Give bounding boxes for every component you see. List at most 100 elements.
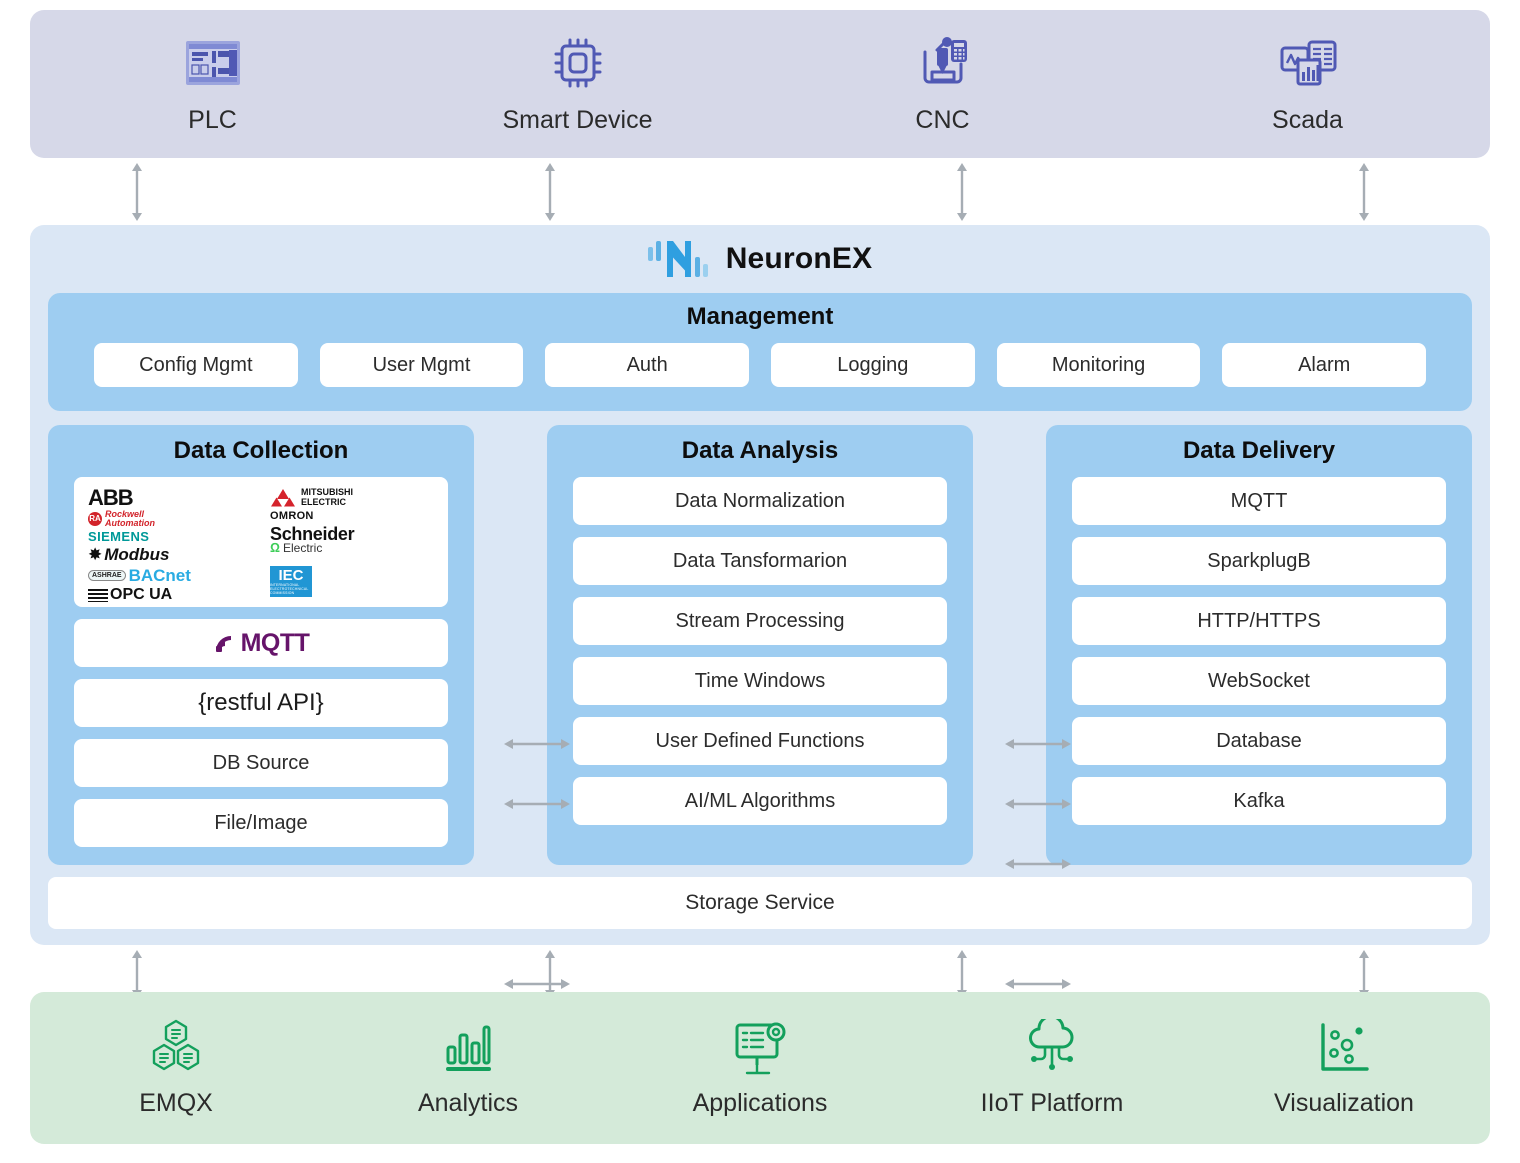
iec-text: IEC xyxy=(278,567,304,584)
data-delivery-item-websocket[interactable]: WebSocket xyxy=(1072,657,1446,705)
mqtt-label: MQTT xyxy=(240,628,310,657)
connector-arrow-iiot-platform xyxy=(957,950,967,998)
connector-arrow-scada xyxy=(1359,163,1369,221)
plc-icon xyxy=(185,40,240,85)
pipeline-columns: Data Collection ABB RA Rockwell Automati… xyxy=(48,425,1472,865)
device-label: PLC xyxy=(188,105,237,134)
screen-gear-icon xyxy=(735,1022,786,1074)
modbus-mark: ✸ xyxy=(88,544,103,564)
connector-arrow-cnc xyxy=(957,163,967,221)
schneider-line2: Electric xyxy=(283,540,323,555)
opc-ua-logo: OPC UA xyxy=(88,587,252,603)
consumer-item-analytics[interactable]: Analytics xyxy=(322,1019,614,1118)
data-analysis-item-ai-ml-algorithms[interactable]: AI/ML Algorithms xyxy=(573,777,947,825)
management-chip-monitoring[interactable]: Monitoring xyxy=(996,343,1201,387)
bacnet-logo: ASHRAE BACnet xyxy=(88,567,252,584)
vendor-logo-column-right: MITSUBISHI ELECTRIC OMRON Schneider Ω El… xyxy=(252,487,434,597)
data-collection-title: Data Collection xyxy=(173,437,349,464)
connector-arrow-collection-analysis-2 xyxy=(504,799,570,809)
mitsubishi-electric-logo: MITSUBISHI ELECTRIC xyxy=(270,487,434,507)
connector-arrow-analysis-delivery-1 xyxy=(1005,739,1071,749)
data-analysis-item-time-windows[interactable]: Time Windows xyxy=(573,657,947,705)
management-chip-config-mgmt[interactable]: Config Mgmt xyxy=(94,343,298,387)
data-delivery-section: Data Delivery MQTT SparkplugB HTTP/HTTPS… xyxy=(1046,425,1472,865)
data-delivery-item-kafka[interactable]: Kafka xyxy=(1072,777,1446,825)
abb-logo: ABB xyxy=(88,485,134,510)
data-delivery-item-mqtt[interactable]: MQTT xyxy=(1072,477,1446,525)
bar-chart-icon xyxy=(446,1025,491,1071)
storage-service-bar[interactable]: Storage Service xyxy=(48,877,1472,929)
consumer-item-iiot-platform[interactable]: IIoT Platform xyxy=(906,1018,1198,1118)
vendor-logo-column-left: ABB RA Rockwell Automation SIEMENS ✸ Mod… xyxy=(88,485,252,603)
data-delivery-item-database[interactable]: Database xyxy=(1072,717,1446,765)
iec-subtext: INTERNATIONAL ELECTROTECHNICAL COMMISSIO… xyxy=(270,583,309,595)
siemens-logo: SIEMENS xyxy=(88,529,150,544)
data-collection-item-restful-api[interactable]: {restful API} xyxy=(74,679,448,727)
data-analysis-item-stream-processing[interactable]: Stream Processing xyxy=(573,597,947,645)
data-analysis-item-data-normalization[interactable]: Data Normalization xyxy=(573,477,947,525)
iec-logo: IEC INTERNATIONAL ELECTROTECHNICAL COMMI… xyxy=(270,566,312,597)
consumer-label: Analytics xyxy=(417,1088,519,1117)
data-collection-item-mqtt[interactable]: MQTT xyxy=(74,619,448,667)
rockwell-automation-logo: RA Rockwell Automation xyxy=(88,510,252,528)
connector-arrow-analysis-delivery-2 xyxy=(1005,799,1071,809)
device-item-cnc[interactable]: CNC xyxy=(760,34,1125,135)
opc-ua-mark xyxy=(88,588,108,602)
consumer-label: Applications xyxy=(692,1088,828,1117)
device-item-scada[interactable]: Scada xyxy=(1125,34,1490,135)
connector-arrow-smart-device xyxy=(545,163,555,221)
device-layer-band: PLC Smart Device CNC Scada xyxy=(30,10,1490,158)
data-analysis-item-data-transformation[interactable]: Data Tansformarion xyxy=(573,537,947,585)
neuronex-panel: NeuronEX Management Config Mgmt User Mgm… xyxy=(30,225,1490,1049)
data-delivery-title: Data Delivery xyxy=(1182,437,1336,464)
device-item-plc[interactable]: PLC xyxy=(30,34,395,135)
neuronex-logo-icon xyxy=(647,241,708,277)
schneider-electric-logo: Schneider Ω Electric xyxy=(270,525,434,554)
connector-arrow-collection-analysis-4 xyxy=(504,979,570,989)
connector-arrow-emqx xyxy=(132,950,142,998)
connector-arrow-analysis-delivery-3 xyxy=(1005,859,1071,869)
cnc-machine-icon xyxy=(923,36,967,83)
consumer-item-emqx[interactable]: EMQX xyxy=(30,1019,322,1118)
page-title: NeuronEX xyxy=(725,242,873,275)
data-delivery-item-http-https[interactable]: HTTP/HTTPS xyxy=(1072,597,1446,645)
management-chip-row: Config Mgmt User Mgmt Auth Logging Monit… xyxy=(62,343,1458,387)
data-collection-item-file-image[interactable]: File/Image xyxy=(74,799,448,847)
connector-arrow-collection-analysis-1 xyxy=(504,739,570,749)
consumer-label: Visualization xyxy=(1274,1088,1414,1117)
data-collection-item-db-source[interactable]: DB Source xyxy=(74,739,448,787)
data-analysis-title: Data Analysis xyxy=(681,437,839,464)
scatter-plot-icon xyxy=(1321,1022,1369,1071)
management-chip-user-mgmt[interactable]: User Mgmt xyxy=(319,343,524,387)
consumer-layer-band: EMQX Analytics Applications IIoT Platfor… xyxy=(30,992,1490,1144)
mitsubishi-line2: ELECTRIC xyxy=(301,497,346,507)
consumer-label: IIoT Platform xyxy=(980,1088,1124,1117)
consumer-item-visualization[interactable]: Visualization xyxy=(1198,1019,1490,1118)
management-title: Management xyxy=(686,303,834,330)
bacnet-text: BACnet xyxy=(128,566,191,585)
device-item-smart-device[interactable]: Smart Device xyxy=(395,34,760,135)
management-chip-alarm[interactable]: Alarm xyxy=(1222,343,1427,387)
opc-ua-text: OPC UA xyxy=(110,586,173,603)
mitsubishi-line1: MITSUBISHI xyxy=(301,487,354,497)
connector-arrow-analysis-delivery-5 xyxy=(1005,979,1071,989)
device-label: Smart Device xyxy=(502,105,653,134)
connector-arrow-plc xyxy=(132,163,142,221)
ashrae-mark: ASHRAE xyxy=(88,570,126,581)
modbus-logo: ✸ Modbus xyxy=(88,544,252,564)
consumer-label: EMQX xyxy=(139,1088,213,1117)
mqtt-signal-icon xyxy=(215,636,231,652)
data-delivery-item-sparkplugb[interactable]: SparkplugB xyxy=(1072,537,1446,585)
scada-dashboard-icon xyxy=(1280,40,1336,85)
data-analysis-section: Data Analysis Data Normalization Data Ta… xyxy=(547,425,973,865)
hexagon-cluster-icon xyxy=(152,1019,200,1070)
architecture-diagram: PLC Smart Device CNC Scada NeuronEX Mana… xyxy=(0,0,1520,1163)
device-label: Scada xyxy=(1272,105,1343,134)
rockwell-line2: Automation xyxy=(105,518,155,528)
management-chip-logging[interactable]: Logging xyxy=(771,343,975,387)
management-chip-auth[interactable]: Auth xyxy=(545,343,750,387)
data-analysis-item-user-defined-functions[interactable]: User Defined Functions xyxy=(573,717,947,765)
vendor-logo-panel: ABB RA Rockwell Automation SIEMENS ✸ Mod… xyxy=(74,477,448,607)
consumer-item-applications[interactable]: Applications xyxy=(614,1019,906,1118)
mitsubishi-mark xyxy=(271,489,295,507)
